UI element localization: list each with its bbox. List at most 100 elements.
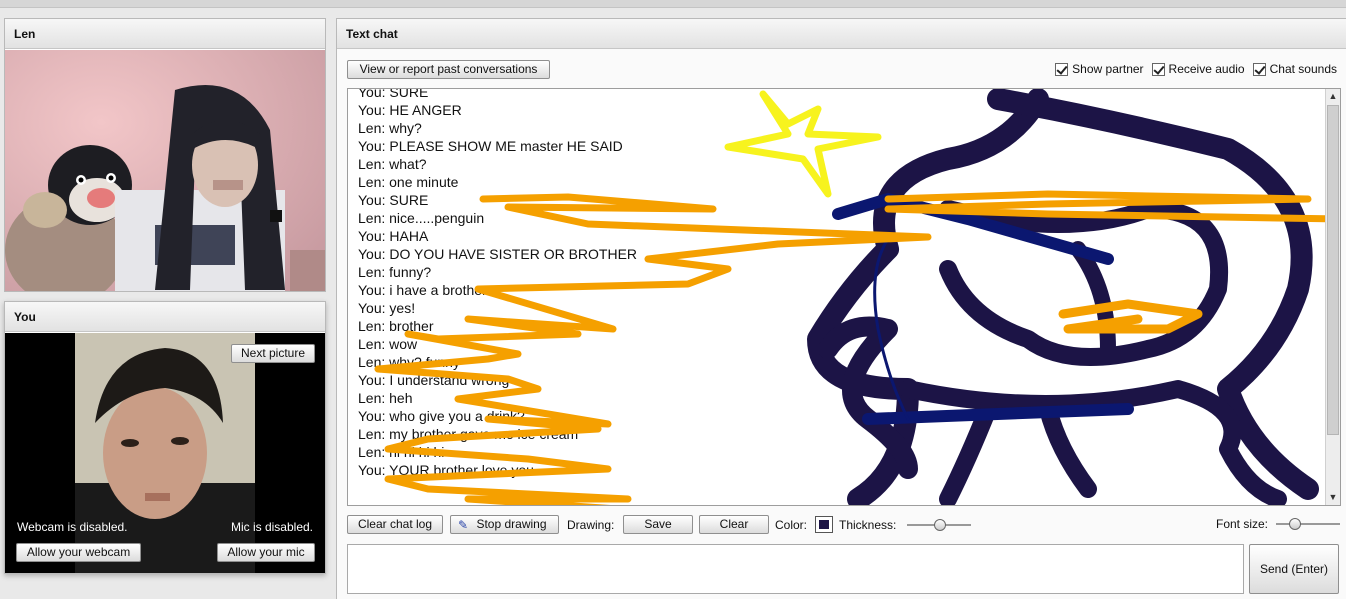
chat-message: You: YOUR brother love you bbox=[358, 461, 637, 479]
chat-message: You: SURE bbox=[358, 88, 637, 101]
color-swatch-icon[interactable] bbox=[815, 516, 833, 533]
checkbox-checked-icon[interactable] bbox=[1151, 62, 1165, 76]
chat-message: Len: why? funny bbox=[358, 353, 637, 371]
save-drawing-button[interactable]: Save bbox=[623, 515, 693, 534]
self-video: Next picture Webcam is disabled. Mic is … bbox=[5, 333, 325, 573]
message-text: hi hi hi hi bbox=[389, 444, 445, 460]
chat-sounds-checkbox[interactable]: Chat sounds bbox=[1252, 62, 1337, 76]
message-text: one minute bbox=[389, 174, 459, 190]
message-text: HAHA bbox=[389, 228, 429, 244]
message-speaker: Len: bbox=[358, 336, 386, 352]
stop-drawing-button[interactable]: ✎ Stop drawing bbox=[450, 515, 559, 534]
chat-message: Len: nice.....penguin bbox=[358, 209, 637, 227]
message-speaker: Len: bbox=[358, 354, 386, 370]
chat-message: You: who give you a drink? bbox=[358, 407, 637, 425]
message-text: why? funny bbox=[389, 354, 460, 370]
message-speaker: You: bbox=[358, 102, 386, 118]
message-speaker: Len: bbox=[358, 390, 386, 406]
clear-drawing-button[interactable]: Clear bbox=[699, 515, 769, 534]
partner-webcam-image bbox=[5, 50, 325, 291]
scroll-up-icon[interactable]: ▲ bbox=[1326, 89, 1340, 104]
thickness-slider[interactable] bbox=[907, 519, 971, 531]
chat-scrollbar[interactable]: ▲ ▼ bbox=[1325, 89, 1340, 505]
message-speaker: You: bbox=[358, 246, 386, 262]
webcam-status: Webcam is disabled. bbox=[17, 520, 128, 534]
message-text: what? bbox=[389, 156, 427, 172]
chat-message: Len: funny? bbox=[358, 263, 637, 281]
self-panel: You Next picture Webcam is disabled. Mic… bbox=[4, 301, 326, 574]
top-strip bbox=[0, 0, 1346, 8]
chat-message: You: HE ANGER bbox=[358, 101, 637, 119]
self-webcam-image bbox=[5, 333, 325, 573]
message-text: who give you a drink? bbox=[389, 408, 525, 424]
allow-webcam-button[interactable]: Allow your webcam bbox=[16, 543, 141, 562]
chat-message: Len: hi hi hi hi bbox=[358, 443, 637, 461]
message-text: DO YOU HAVE SISTER OR BROTHER bbox=[389, 246, 638, 262]
message-text: my brother gave me ice cream bbox=[389, 426, 579, 442]
chat-message: You: PLEASE SHOW ME master HE SAID bbox=[358, 137, 637, 155]
message-speaker: You: bbox=[358, 138, 386, 154]
chat-message: Len: brother bbox=[358, 317, 637, 335]
message-speaker: You: bbox=[358, 372, 386, 388]
chat-messages: You: SURE You: HE ANGER Len: why? You: PLEA… bbox=[358, 88, 638, 479]
view-report-conversations-button[interactable]: View or report past conversations bbox=[347, 60, 550, 79]
checkbox-checked-icon[interactable] bbox=[1055, 62, 1069, 76]
message-text: wow bbox=[389, 336, 418, 352]
receive-audio-checkbox[interactable]: Receive audio bbox=[1151, 62, 1245, 76]
message-speaker: You: bbox=[358, 228, 386, 244]
message-text: nice.....penguin bbox=[389, 210, 485, 226]
message-text: brother bbox=[389, 318, 434, 334]
partner-name: Len bbox=[5, 19, 325, 49]
chat-message: Len: my brother gave me ice cream bbox=[358, 425, 637, 443]
font-size-label: Font size: bbox=[1216, 517, 1269, 531]
message-text: heh bbox=[389, 390, 413, 406]
message-speaker: Len: bbox=[358, 174, 386, 190]
chat-message: You: HAHA bbox=[358, 227, 637, 245]
self-title: You bbox=[5, 302, 325, 332]
message-speaker: You: bbox=[358, 408, 386, 424]
chat-message: Len: heh bbox=[358, 389, 637, 407]
message-speaker: Len: bbox=[358, 318, 386, 334]
checkbox-checked-icon[interactable] bbox=[1252, 62, 1266, 76]
message-speaker: You: bbox=[358, 300, 386, 316]
send-button[interactable]: Send (Enter) bbox=[1249, 544, 1339, 594]
thickness-label: Thickness: bbox=[839, 518, 897, 532]
message-speaker: Len: bbox=[358, 426, 386, 442]
partner-video bbox=[5, 50, 325, 291]
message-text: HE ANGER bbox=[389, 102, 462, 118]
chat-options: Show partner Receive audio Chat sounds bbox=[1055, 62, 1337, 76]
navy-figure-strokes bbox=[807, 89, 1319, 505]
message-input[interactable] bbox=[347, 544, 1244, 594]
scroll-down-icon[interactable]: ▼ bbox=[1326, 490, 1340, 505]
chat-message: Len: wow bbox=[358, 335, 637, 353]
show-partner-checkbox[interactable]: Show partner bbox=[1055, 62, 1144, 76]
chat-panel: Text chat View or report past conversati… bbox=[336, 18, 1346, 599]
message-speaker: Len: bbox=[358, 210, 386, 226]
chat-message: You: I understand wrong bbox=[358, 371, 637, 389]
blue-strokes bbox=[832, 192, 1134, 425]
next-picture-button[interactable]: Next picture bbox=[231, 344, 315, 363]
message-text: SURE bbox=[389, 88, 429, 100]
color-label: Color: bbox=[775, 518, 808, 532]
message-speaker: You: bbox=[358, 462, 386, 478]
message-text: SURE bbox=[389, 192, 429, 208]
scroll-thumb[interactable] bbox=[1327, 105, 1339, 435]
allow-mic-button[interactable]: Allow your mic bbox=[217, 543, 315, 562]
chat-message: You: SURE bbox=[358, 191, 637, 209]
partner-panel: Len bbox=[4, 18, 326, 292]
chat-message: You: yes! bbox=[358, 299, 637, 317]
font-size-slider[interactable] bbox=[1276, 518, 1340, 530]
pencil-icon: ✎ bbox=[458, 518, 469, 532]
message-text: funny? bbox=[389, 264, 432, 280]
message-speaker: You: bbox=[358, 282, 386, 298]
clear-chat-log-button[interactable]: Clear chat log bbox=[347, 515, 443, 534]
message-speaker: You: bbox=[358, 192, 386, 208]
drawing-label: Drawing: bbox=[567, 518, 615, 532]
message-speaker: You: bbox=[358, 88, 386, 100]
chat-log[interactable]: You: SURE You: HE ANGER Len: why? You: PLEA… bbox=[347, 88, 1341, 506]
message-text: YOUR brother love you bbox=[389, 462, 534, 478]
chat-message: You: i have a brother bbox=[358, 281, 637, 299]
chat-title: Text chat bbox=[337, 19, 1346, 49]
chat-message: Len: what? bbox=[358, 155, 637, 173]
mic-status: Mic is disabled. bbox=[230, 520, 313, 534]
